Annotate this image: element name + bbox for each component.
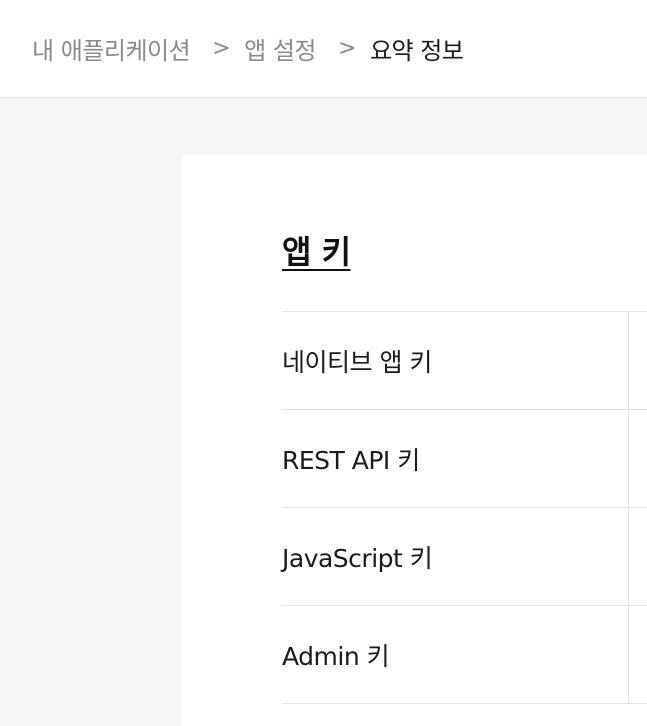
key-label-javascript: JavaScript 키	[282, 543, 433, 573]
column-divider	[628, 508, 629, 605]
key-label-native: 네이티브 앱 키	[282, 347, 432, 377]
content-panel: 앱 키 네이티브 앱 키 REST API 키 JavaScript 키 Adm…	[182, 155, 647, 726]
column-divider	[628, 312, 629, 409]
table-row: JavaScript 키	[282, 508, 647, 606]
page: 내 애플리케이션 > 앱 설정 > 요약 정보 앱 키 네이티브 앱 키 RES…	[0, 0, 647, 726]
breadcrumb-summary: 요약 정보	[369, 37, 464, 65]
app-key-table: 네이티브 앱 키 REST API 키 JavaScript 키 Admin 키	[282, 311, 647, 704]
section-title-app-keys: 앱 키	[282, 233, 351, 271]
table-row: REST API 키	[282, 410, 647, 508]
column-divider	[628, 606, 629, 703]
table-row: 네이티브 앱 키	[282, 312, 647, 410]
breadcrumb-separator: >	[212, 36, 231, 61]
breadcrumb-separator: >	[338, 36, 356, 61]
breadcrumb-app-settings[interactable]: 앱 설정	[244, 31, 316, 66]
top-bar: 내 애플리케이션 > 앱 설정 > 요약 정보	[0, 0, 647, 98]
breadcrumb: 내 애플리케이션 > 앱 설정 > 요약 정보	[32, 0, 464, 97]
key-label-rest-api: REST API 키	[282, 445, 420, 475]
breadcrumb-my-applications[interactable]: 내 애플리케이션	[32, 31, 191, 66]
table-row: Admin 키	[282, 606, 647, 704]
column-divider	[628, 410, 629, 507]
key-label-admin: Admin 키	[282, 641, 390, 671]
